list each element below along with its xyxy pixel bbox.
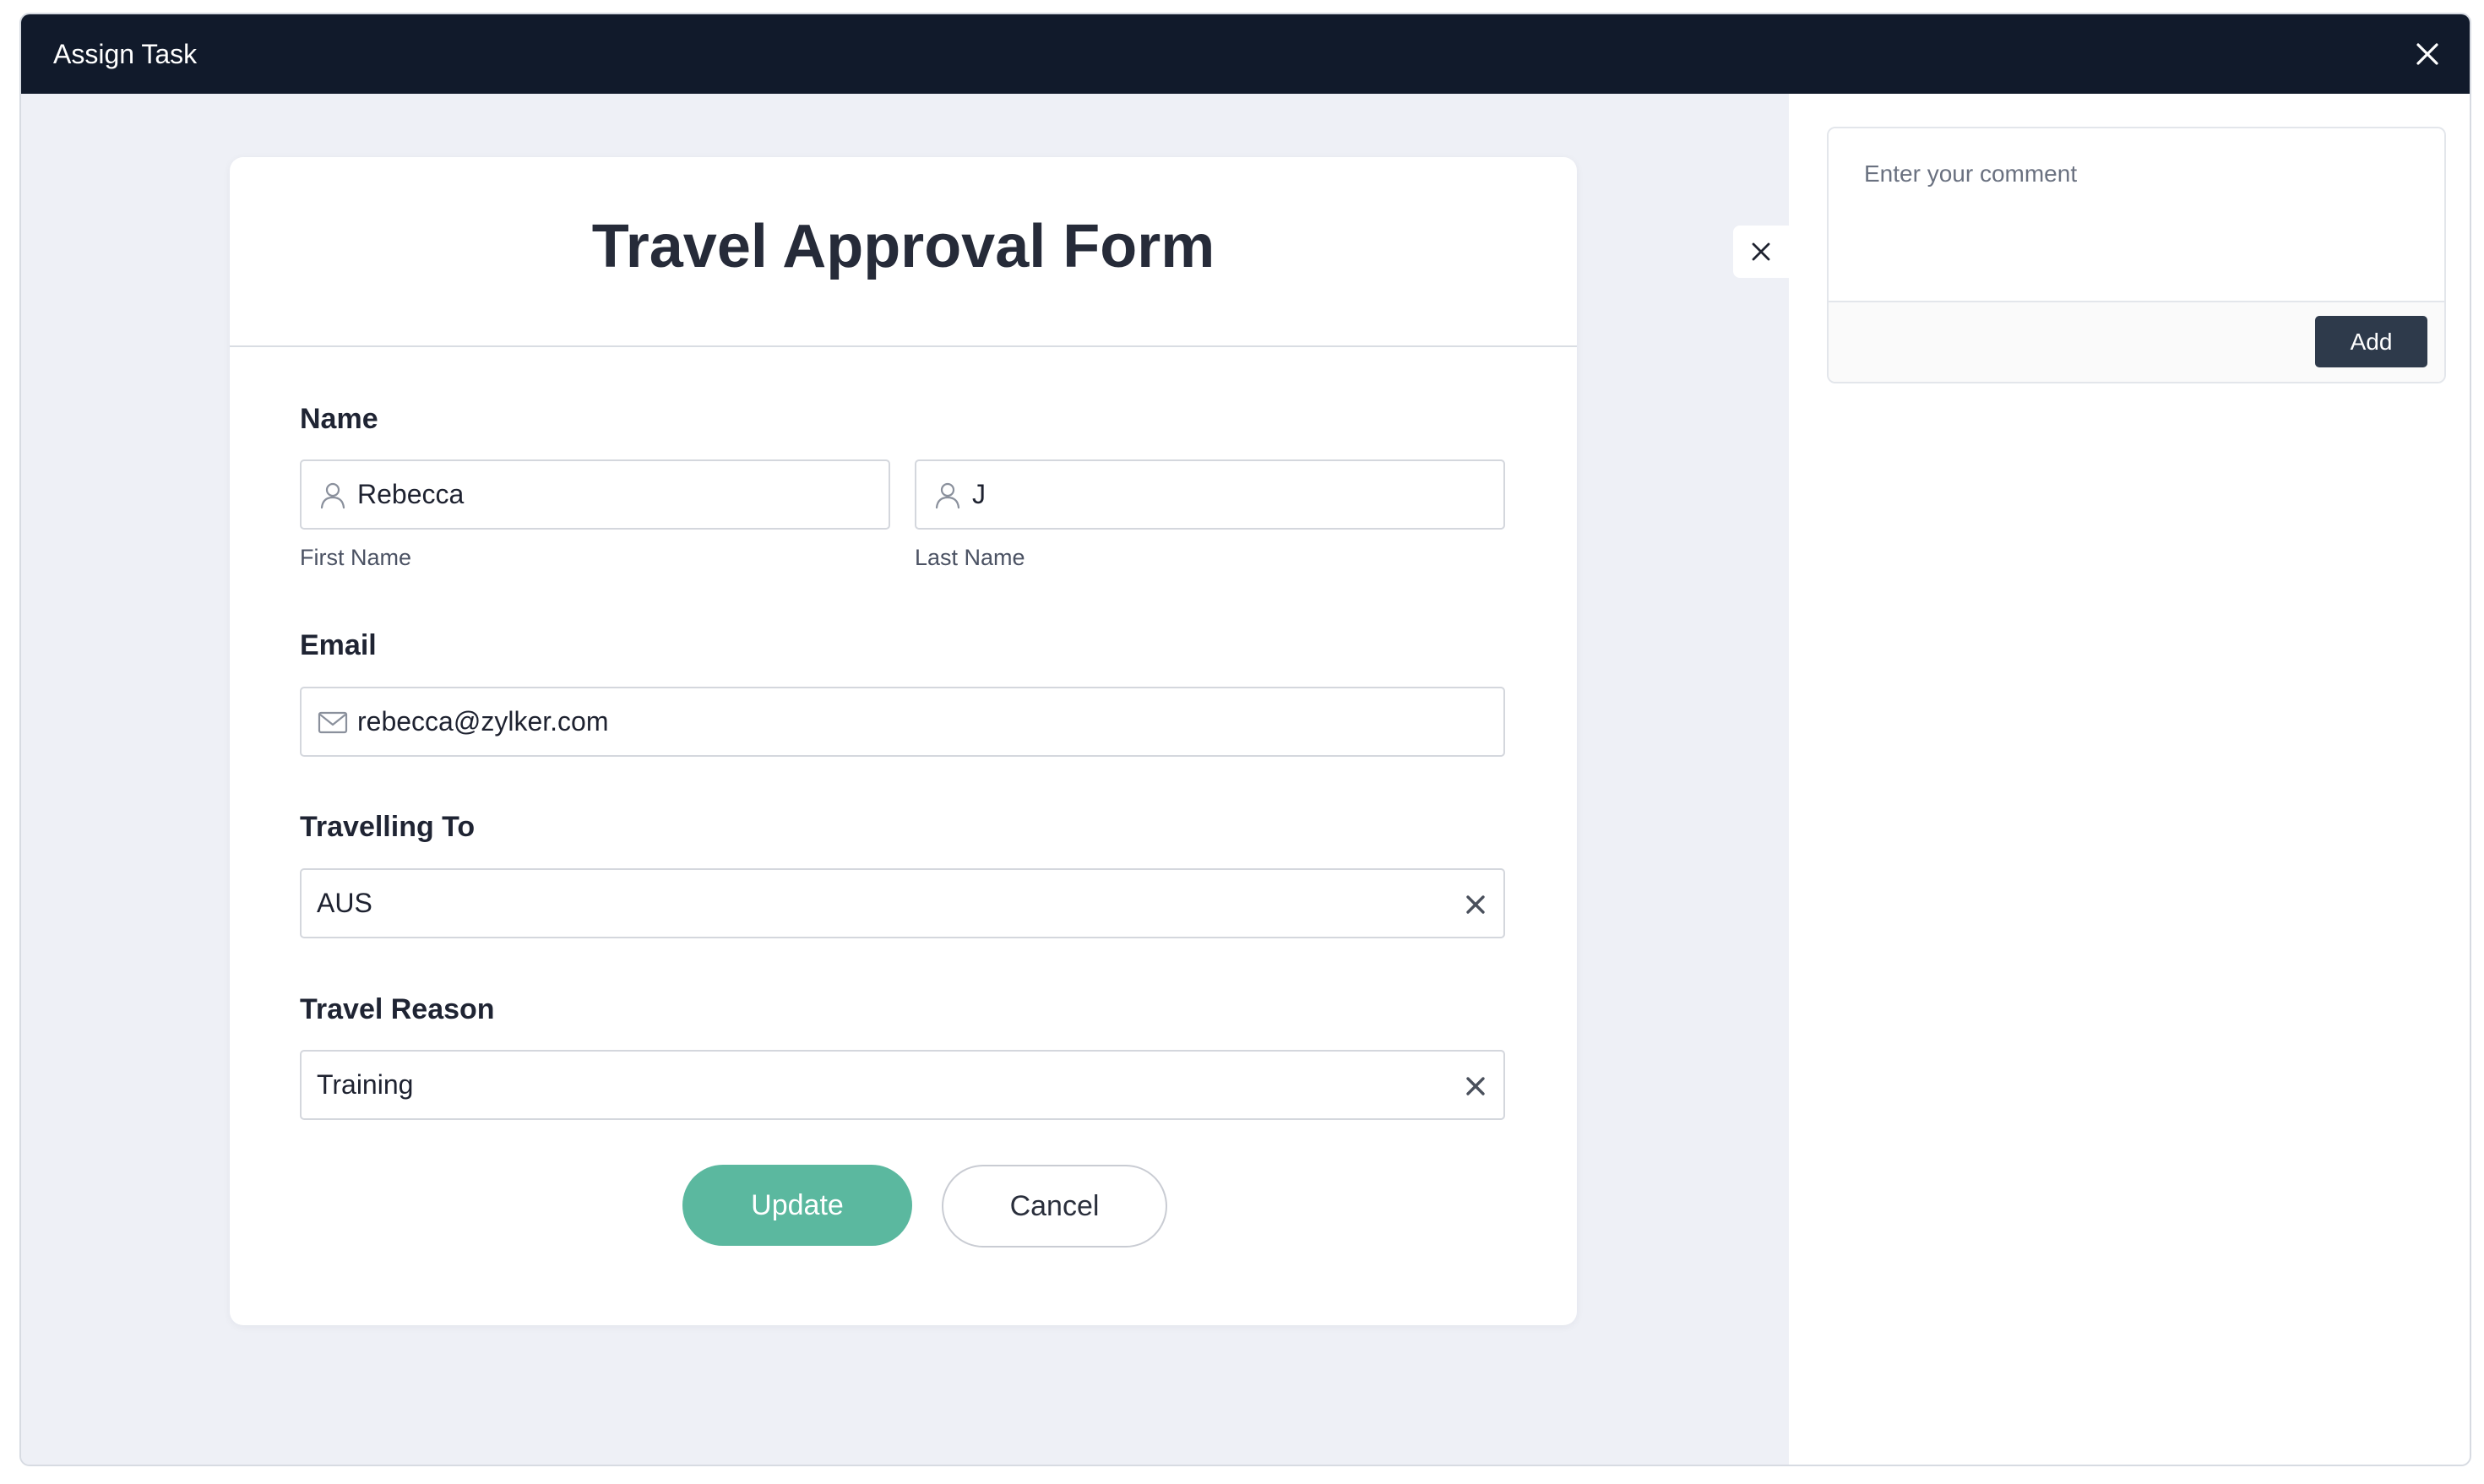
comment-footer: Add (1829, 301, 2444, 382)
travelling-to-label: Travelling To (300, 811, 476, 843)
last-name-field[interactable]: J (915, 459, 1505, 530)
clear-icon[interactable] (1461, 1072, 1490, 1101)
email-field[interactable]: rebecca@zylker.com (300, 687, 1505, 757)
add-comment-button[interactable]: Add (2315, 316, 2427, 367)
title-bar: Assign Task (21, 14, 2470, 94)
mail-icon (318, 711, 348, 733)
comments-panel: Enter your comment Add (1789, 94, 2470, 1465)
user-icon (320, 482, 345, 508)
update-button[interactable]: Update (682, 1165, 912, 1246)
email-value: rebecca@zylker.com (357, 706, 609, 737)
last-name-value: J (972, 479, 986, 509)
travelling-to-value: AUS (317, 888, 372, 918)
user-icon (935, 482, 960, 508)
form-area: Travel Approval Form Name Rebecca First … (21, 94, 1789, 1465)
form-title: Travel Approval Form (591, 212, 1215, 280)
first-name-value: Rebecca (357, 479, 465, 509)
travelling-to-select[interactable]: AUS (300, 868, 1505, 938)
travel-reason-value: Training (317, 1069, 414, 1100)
last-name-sublabel: Last Name (915, 545, 1025, 570)
assign-task-window: Assign Task Travel Approval Form Name Re… (19, 13, 2471, 1466)
first-name-field[interactable]: Rebecca (300, 459, 890, 530)
form-card: Travel Approval Form Name Rebecca First … (230, 157, 1577, 1325)
comment-box: Enter your comment Add (1827, 127, 2446, 383)
email-label: Email (300, 629, 377, 661)
travel-reason-select[interactable]: Training (300, 1050, 1505, 1120)
panel-close-button[interactable] (1733, 226, 1789, 278)
window-title: Assign Task (53, 39, 198, 69)
comment-input[interactable]: Enter your comment (1829, 128, 2444, 304)
form-header: Travel Approval Form (230, 157, 1577, 347)
first-name-sublabel: First Name (300, 545, 412, 570)
cancel-button[interactable]: Cancel (942, 1165, 1167, 1248)
clear-icon[interactable] (1461, 890, 1490, 919)
travel-reason-label: Travel Reason (300, 993, 495, 1025)
name-label: Name (300, 403, 378, 435)
close-icon[interactable] (2411, 37, 2444, 71)
close-icon (1752, 242, 1770, 261)
